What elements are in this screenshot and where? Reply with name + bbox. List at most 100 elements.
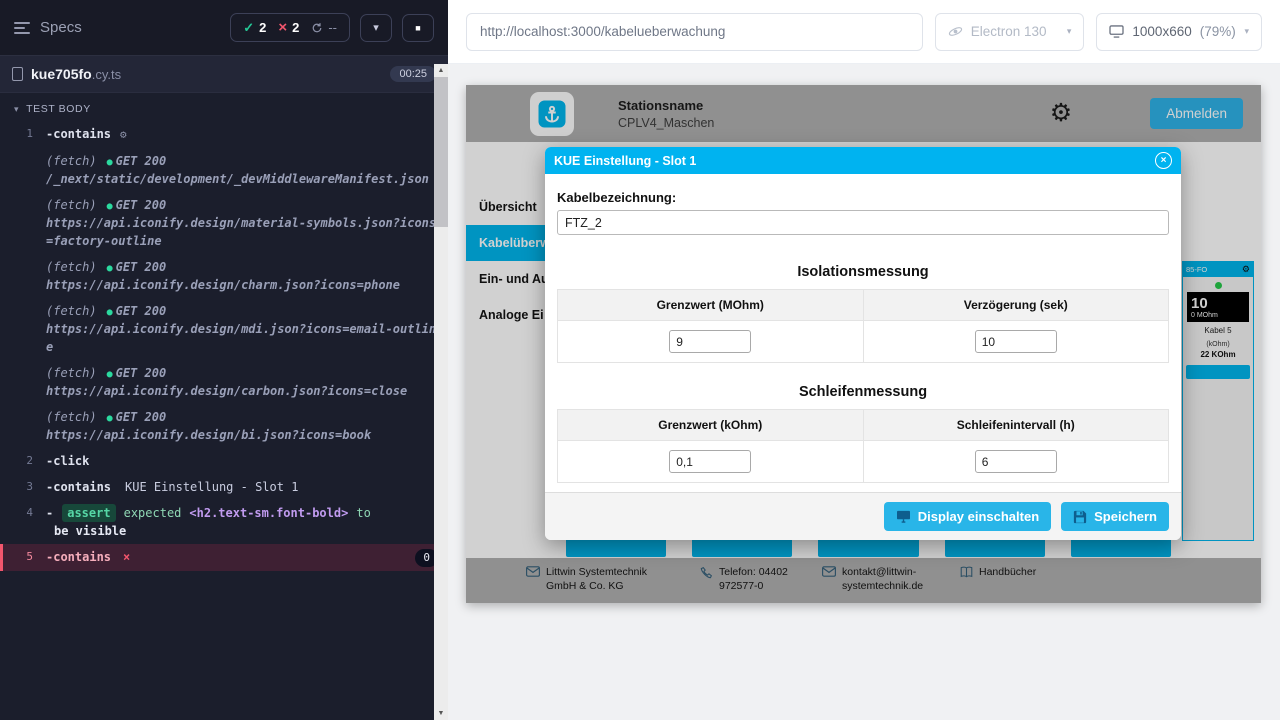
log-row-fetch[interactable]: (fetch)●GET 200/_next/static/development…: [0, 148, 448, 192]
isolation-section-title: Isolationsmessung: [557, 264, 1169, 280]
line-number: 1: [0, 125, 46, 143]
viewport-icon: [1109, 25, 1124, 38]
log-row-assert[interactable]: 4 -assertexpected<h2.text-sm.font-bold>t…: [0, 500, 448, 544]
fetch-tag: (fetch): [46, 198, 97, 212]
column-header: Schleifenintervall (h): [863, 410, 1169, 441]
log-row[interactable]: 2 -click: [0, 448, 448, 474]
viewport-size: 1000x660: [1132, 24, 1191, 39]
fetch-url: https://api.iconify.design/material-symb…: [46, 214, 438, 250]
check-icon: ✓: [243, 20, 254, 36]
fetch-tag: (fetch): [46, 410, 97, 424]
stat-passed: ✓2: [243, 20, 266, 36]
isolation-table: Grenzwert (MOhm) Verzögerung (sek): [557, 289, 1169, 363]
status-dot-icon: ●: [107, 201, 113, 212]
spec-extension: .cy.ts: [92, 67, 121, 82]
cypress-reporter: Specs ✓2 ×2 -- ▾ ■ kue705fo.cy.ts 00:25 …: [0, 0, 448, 720]
scroll-down-icon[interactable]: ▼: [438, 707, 445, 720]
spec-file-icon: [12, 67, 23, 81]
chevron-down-icon: ▾: [1067, 26, 1072, 37]
failed-count: 2: [292, 20, 299, 35]
log-row-fetch[interactable]: (fetch) ●GET 200 https://api.iconify.desig…: [0, 360, 448, 404]
test-stats: ✓2 ×2 --: [230, 13, 350, 42]
browser-select[interactable]: Electron 130 ▾: [935, 13, 1085, 51]
modal-footer: Display einschalten Speichern: [545, 492, 1181, 540]
log-row-fetch[interactable]: (fetch) ●GET 200 https://api.iconify.desig…: [0, 192, 448, 254]
cable-name-label: Kabelbezeichnung:: [557, 190, 1169, 205]
kue-settings-modal: KUE Einstellung - Slot 1 × Kabelbezeichn…: [545, 147, 1181, 540]
reporter-scrollbar[interactable]: ▲ ▼: [434, 64, 448, 720]
viewport-select[interactable]: 1000x660 (79%) ▾: [1096, 13, 1262, 51]
column-header: Grenzwert (kOhm): [558, 410, 864, 441]
pending-count: --: [328, 20, 337, 35]
status-dot-icon: ●: [107, 307, 113, 318]
scrollbar-thumb[interactable]: [434, 77, 448, 227]
column-header: Verzögerung (sek): [863, 290, 1169, 321]
status-dot-icon: ●: [107, 263, 113, 274]
log-row-fetch[interactable]: (fetch)●GET 200https://api.iconify.desig…: [0, 404, 448, 448]
command-name: -contains: [46, 478, 111, 496]
test-body-label: TEST BODY: [26, 103, 91, 115]
loop-table: Grenzwert (kOhm) Schleifenintervall (h): [557, 409, 1169, 483]
modal-header: KUE Einstellung - Slot 1 ×: [545, 147, 1181, 174]
monitor-icon: [896, 510, 911, 523]
display-on-button[interactable]: Display einschalten: [884, 502, 1051, 531]
fetch-tag: (fetch): [46, 304, 97, 318]
line-number: 3: [0, 478, 46, 496]
browser-label: Electron 130: [971, 24, 1047, 39]
command-name: -contains: [46, 125, 111, 143]
fetch-status: GET 200: [116, 410, 167, 424]
log-row-failed[interactable]: 5 -contains×0: [0, 544, 448, 572]
fetch-status: GET 200: [116, 198, 167, 212]
log-row-fetch[interactable]: (fetch)●GET 200https://api.iconify.desig…: [0, 254, 448, 298]
iso-delay-input[interactable]: [975, 330, 1057, 353]
refresh-icon: [311, 22, 323, 34]
chevron-down-icon: ▾: [14, 104, 19, 115]
viewport-zoom: (79%): [1200, 24, 1236, 39]
collapse-button[interactable]: ▾: [360, 14, 392, 42]
passed-count: 2: [259, 20, 266, 35]
assert-element: <h2.text-sm.font-bold>: [189, 504, 348, 522]
fetch-url: https://api.iconify.design/mdi.json?icon…: [46, 320, 438, 356]
modal-body: Kabelbezeichnung: Isolationsmessung Gren…: [545, 174, 1181, 492]
close-icon[interactable]: ×: [1155, 152, 1172, 169]
scroll-up-icon[interactable]: ▲: [438, 64, 445, 77]
specs-menu-icon[interactable]: [14, 22, 30, 34]
spec-name: kue705fo.cy.ts: [31, 66, 121, 82]
stop-run-button[interactable]: ■: [402, 14, 434, 42]
command-arg: KUE Einstellung - Slot 1: [125, 478, 298, 496]
fetch-url: https://api.iconify.design/carbon.json?i…: [46, 382, 438, 400]
save-icon: [1073, 510, 1087, 524]
command-name: -click: [46, 452, 89, 470]
iso-limit-input[interactable]: [669, 330, 751, 353]
test-body-header[interactable]: ▾ TEST BODY: [0, 93, 448, 121]
fetch-status: GET 200: [116, 304, 167, 318]
cable-name-input[interactable]: [557, 210, 1169, 235]
assert-badge: assert: [62, 504, 115, 522]
fetch-status: GET 200: [116, 366, 167, 380]
log-row[interactable]: 1 -contains ⚙: [0, 121, 448, 148]
url-input[interactable]: http://localhost:3000/kabelueberwachung: [466, 13, 923, 51]
assert-to: to: [356, 504, 370, 522]
app-under-test: Stationsname CPLV4_Maschen ⚙ Abmelden Üb…: [466, 85, 1261, 603]
fetch-url: https://api.iconify.design/bi.json?icons…: [46, 426, 438, 444]
fetch-tag: (fetch): [46, 366, 97, 380]
fetch-status: GET 200: [116, 260, 167, 274]
spec-row[interactable]: kue705fo.cy.ts 00:25: [0, 56, 448, 93]
gear-icon[interactable]: ⚙: [120, 127, 127, 144]
spec-duration-badge: 00:25: [390, 66, 436, 82]
stop-icon: ■: [415, 23, 420, 33]
chevron-down-icon: ▾: [1244, 26, 1249, 37]
line-number: 2: [0, 452, 46, 470]
loop-interval-input[interactable]: [975, 450, 1057, 473]
status-dot-icon: ●: [107, 369, 113, 380]
loop-limit-input[interactable]: [669, 450, 751, 473]
fetch-tag: (fetch): [46, 260, 97, 274]
log-row-fetch[interactable]: (fetch) ●GET 200 https://api.iconify.desig…: [0, 298, 448, 360]
specs-label[interactable]: Specs: [40, 19, 82, 36]
fetch-url: /_next/static/development/_devMiddleware…: [46, 170, 438, 188]
command-dash: -: [46, 504, 53, 522]
log-row[interactable]: 3 -contains KUE Einstellung - Slot 1: [0, 474, 448, 500]
fetch-status: GET 200: [116, 154, 167, 168]
save-button[interactable]: Speichern: [1061, 502, 1169, 531]
aut-container: Stationsname CPLV4_Maschen ⚙ Abmelden Üb…: [448, 64, 1280, 720]
